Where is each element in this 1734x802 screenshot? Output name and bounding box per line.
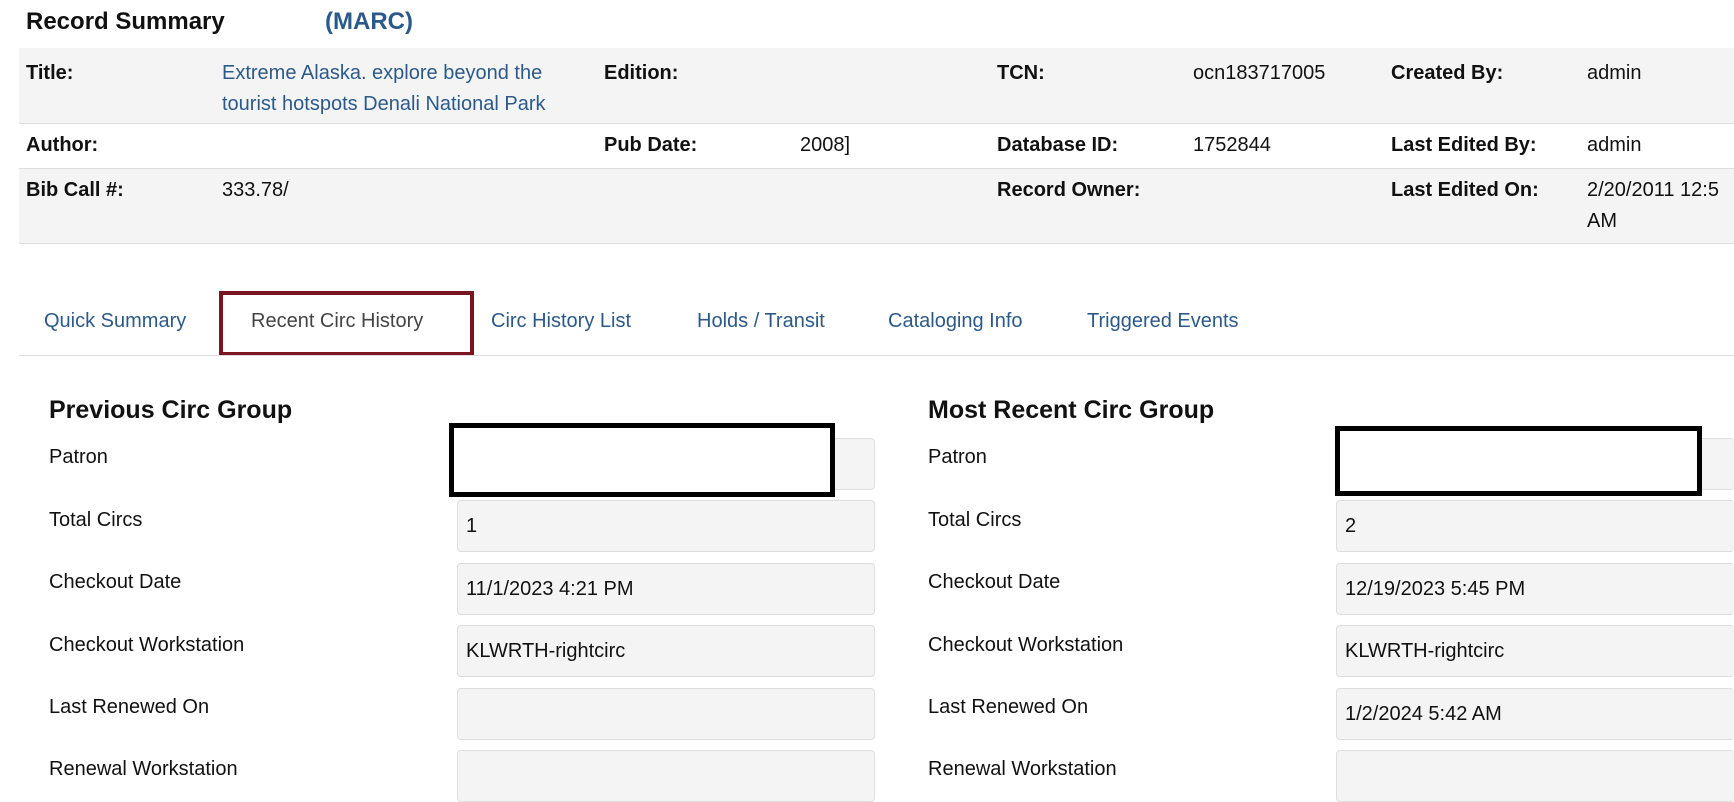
last-edited-on-value-line-2: AM [1587, 210, 1617, 232]
pub-date-value: 2008] [800, 134, 851, 156]
tcn-label: TCN: [997, 62, 1045, 84]
database-id-label: Database ID: [997, 134, 1119, 156]
previous-checkout-date-label: Checkout Date [49, 571, 182, 593]
last-edited-on-value-line-1: 2/20/2011 12:5 [1587, 179, 1719, 201]
recent-last-renewed-field: 1/2/2024 5:42 AM [1336, 688, 1734, 740]
previous-checkout-workstation-field: KLWRTH-rightcirc [457, 625, 875, 677]
previous-circ-group-title: Previous Circ Group [49, 396, 293, 424]
last-edited-on-label: Last Edited On: [1391, 179, 1539, 201]
tab-quick-summary[interactable]: Quick Summary [44, 310, 186, 333]
tab-triggered-events[interactable]: Triggered Events [1087, 310, 1239, 333]
recent-total-circs-label: Total Circs [928, 509, 1022, 531]
previous-renewal-workstation-field [457, 750, 875, 802]
previous-patron-label: Patron [49, 446, 108, 468]
recent-checkout-workstation-label: Checkout Workstation [928, 634, 1124, 656]
last-edited-by-value: admin [1587, 134, 1642, 156]
recent-checkout-workstation-field: KLWRTH-rightcirc [1336, 625, 1734, 677]
previous-last-renewed-field [457, 688, 875, 740]
recent-last-renewed-label: Last Renewed On [928, 696, 1089, 718]
redaction-box [1335, 426, 1702, 496]
recent-patron-label: Patron [928, 446, 987, 468]
title-value[interactable]: Extreme Alaska. explore beyond the touri… [222, 58, 546, 120]
record-summary-header: Record Summary (MARC) [26, 8, 413, 38]
tab-circ-history-list[interactable]: Circ History List [491, 310, 631, 333]
recent-renewal-workstation-field [1336, 750, 1734, 802]
recent-checkout-date-field: 12/19/2023 5:45 PM [1336, 563, 1734, 615]
database-id-value: 1752844 [1193, 134, 1271, 156]
title-label: Title: [26, 62, 74, 84]
created-by-value: admin [1587, 62, 1642, 84]
previous-total-circs-field: 1 [457, 500, 875, 552]
pub-date-label: Pub Date: [604, 134, 698, 156]
previous-total-circs-label: Total Circs [49, 509, 143, 531]
recent-circ-group-title: Most Recent Circ Group [928, 396, 1215, 424]
bib-call-value: 333.78/ [222, 179, 289, 201]
recent-checkout-date-label: Checkout Date [928, 571, 1061, 593]
title-value-line-1[interactable]: Extreme Alaska. explore beyond the [222, 62, 542, 84]
previous-checkout-workstation-label: Checkout Workstation [49, 634, 245, 656]
previous-renewal-workstation-label: Renewal Workstation [49, 758, 238, 780]
page-title: Record Summary [26, 8, 225, 35]
recent-total-circs-field: 2 [1336, 500, 1734, 552]
tab-cataloging-info[interactable]: Cataloging Info [888, 310, 1023, 333]
summary-row-3: Bib Call #: 333.78/ Record Owner: Last E… [19, 169, 1734, 244]
created-by-label: Created By: [1391, 62, 1504, 84]
summary-row-1: Title: Extreme Alaska. explore beyond th… [19, 48, 1734, 124]
tcn-value: ocn183717005 [1193, 62, 1326, 84]
record-tabs: Quick Summary Recent Circ History Circ H… [19, 290, 1734, 356]
record-owner-label: Record Owner: [997, 179, 1141, 201]
last-edited-by-label: Last Edited By: [1391, 134, 1537, 156]
author-label: Author: [26, 134, 99, 156]
summary-row-2: Author: Pub Date: 2008] Database ID: 175… [19, 124, 1734, 169]
tab-holds-transit[interactable]: Holds / Transit [697, 310, 825, 333]
bib-call-label: Bib Call #: [26, 179, 124, 201]
edition-label: Edition: [604, 62, 679, 84]
previous-last-renewed-label: Last Renewed On [49, 696, 210, 718]
tab-recent-circ-history[interactable]: Recent Circ History [251, 310, 423, 333]
recent-renewal-workstation-label: Renewal Workstation [928, 758, 1117, 780]
marc-link[interactable]: (MARC) [325, 8, 413, 36]
record-summary-table: Title: Extreme Alaska. explore beyond th… [19, 48, 1734, 244]
last-edited-on-value: 2/20/2011 12:5 AM [1587, 175, 1719, 237]
title-value-line-2[interactable]: tourist hotspots Denali National Park [222, 93, 546, 115]
redaction-box [449, 423, 835, 497]
previous-checkout-date-field: 11/1/2023 4:21 PM [457, 563, 875, 615]
